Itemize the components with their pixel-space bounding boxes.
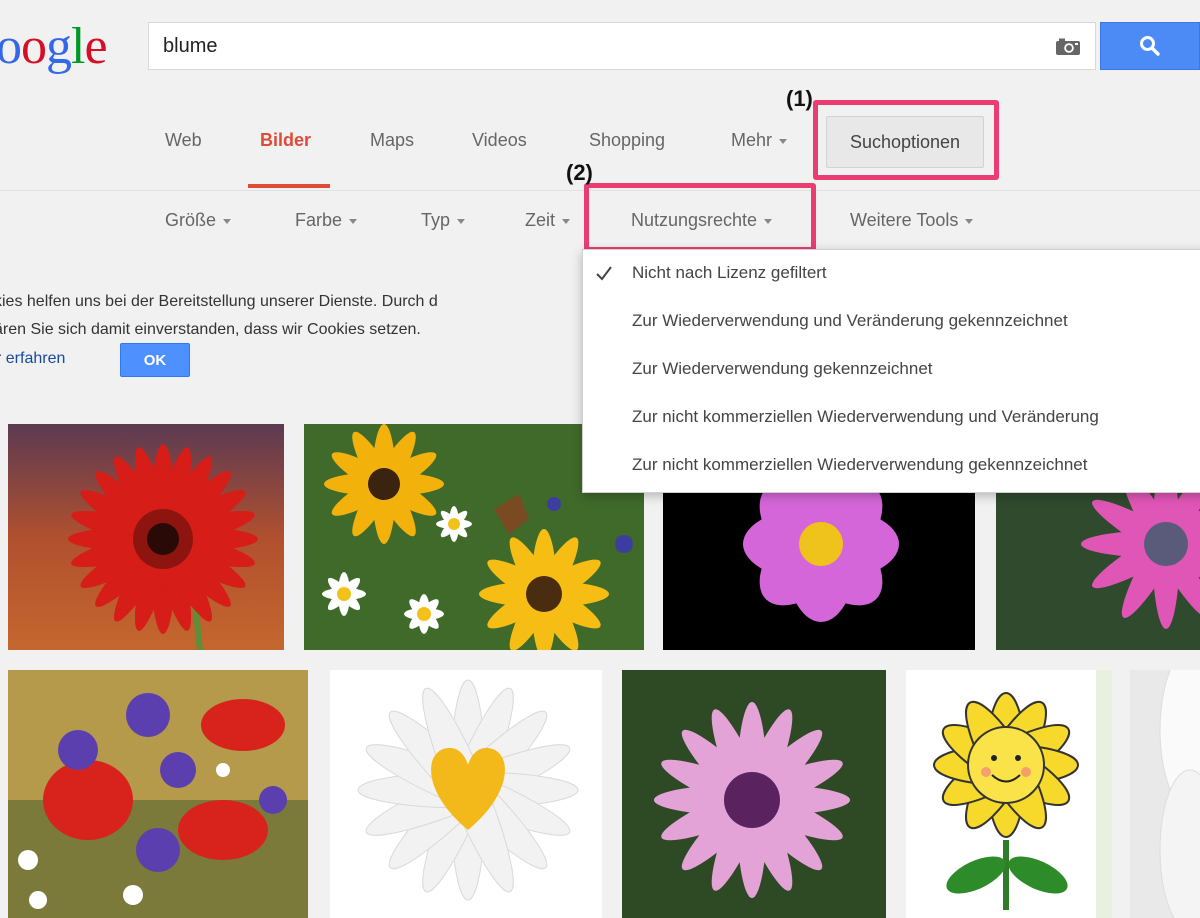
search-box[interactable] xyxy=(148,22,1096,70)
nav-web[interactable]: Web xyxy=(165,130,202,151)
search-button[interactable] xyxy=(1100,22,1200,70)
active-tab-indicator xyxy=(248,184,330,188)
tool-type-label: Typ xyxy=(421,210,451,230)
menu-item-noncommercial-reuse-modify[interactable]: Zur nicht kommerziellen Wiederverwendung… xyxy=(632,407,1099,427)
cookie-text-line-2: ären Sie sich damit einverstanden, dass … xyxy=(0,321,421,338)
tool-size[interactable]: Größe xyxy=(165,210,232,231)
logo-letter: e xyxy=(84,18,107,75)
check-icon xyxy=(596,266,612,281)
caret-down-icon xyxy=(562,218,571,224)
tool-type[interactable]: Typ xyxy=(421,210,466,231)
caret-down-icon xyxy=(223,218,232,224)
logo-letter: l xyxy=(71,18,85,75)
nav-maps[interactable]: Maps xyxy=(370,130,414,151)
image-result-white-petals[interactable] xyxy=(1130,670,1200,918)
camera-icon[interactable] xyxy=(1055,37,1081,56)
caret-down-icon xyxy=(457,218,466,224)
caret-down-icon xyxy=(779,138,788,144)
tool-time[interactable]: Zeit xyxy=(525,210,571,231)
image-result-pink-daisy[interactable] xyxy=(622,670,886,918)
search-input[interactable] xyxy=(163,23,1043,69)
annotation-label-1: (1) xyxy=(786,86,813,111)
image-result-red-gerbera[interactable] xyxy=(8,424,284,650)
cookie-text: kies helfen uns bei der Bereitstellung u… xyxy=(0,288,594,344)
highlight-frame-1 xyxy=(813,100,999,180)
tool-size-label: Größe xyxy=(165,210,217,230)
tool-time-label: Zeit xyxy=(525,210,556,230)
google-logo[interactable]: oogle xyxy=(0,12,108,82)
search-icon xyxy=(1140,36,1160,56)
cookie-notice: kies helfen uns bei der Bereitstellung u… xyxy=(0,262,580,402)
tool-more-tools-label: Weitere Tools xyxy=(850,210,959,230)
menu-item-reuse-modify[interactable]: Zur Wiederverwendung und Veränderung gek… xyxy=(632,311,1068,331)
caret-down-icon xyxy=(965,218,974,224)
nav-bilder[interactable]: Bilder xyxy=(260,130,311,151)
header: oogle xyxy=(0,0,1200,100)
image-result-white-daisy[interactable] xyxy=(330,670,602,918)
annotation-label-2: (2) xyxy=(566,160,593,185)
image-result-poppy-meadow[interactable] xyxy=(8,670,308,918)
logo-letter: g xyxy=(46,18,72,75)
nav-mehr-label: Mehr xyxy=(731,130,773,150)
nav-videos[interactable]: Videos xyxy=(472,130,527,151)
menu-item-noncommercial-reuse[interactable]: Zur nicht kommerziellen Wiederverwendung… xyxy=(632,455,1087,475)
tool-more-tools[interactable]: Weitere Tools xyxy=(850,210,974,231)
logo-letter: o xyxy=(0,18,22,75)
tool-color[interactable]: Farbe xyxy=(295,210,358,231)
tool-color-label: Farbe xyxy=(295,210,343,230)
image-result-cartoon-sunflower[interactable] xyxy=(906,670,1112,918)
cookie-text-line-1: kies helfen uns bei der Bereitstellung u… xyxy=(0,293,438,310)
cookie-learn-more-link[interactable]: r erfahren xyxy=(0,350,65,368)
menu-item-not-filtered[interactable]: Nicht nach Lizenz gefiltert xyxy=(632,263,827,283)
nav-mehr[interactable]: Mehr xyxy=(731,130,788,151)
cookie-ok-button[interactable]: OK xyxy=(120,343,190,377)
caret-down-icon xyxy=(349,218,358,224)
menu-item-reuse[interactable]: Zur Wiederverwendung gekennzeichnet xyxy=(632,359,933,379)
nav-shopping[interactable]: Shopping xyxy=(589,130,665,151)
logo-letter: o xyxy=(21,18,47,75)
nav-bar: Web Bilder Maps Videos Shopping Mehr xyxy=(0,100,1200,191)
usage-rights-menu: Nicht nach Lizenz gefiltert Zur Wiederve… xyxy=(582,249,1200,493)
highlight-frame-2 xyxy=(584,183,816,252)
